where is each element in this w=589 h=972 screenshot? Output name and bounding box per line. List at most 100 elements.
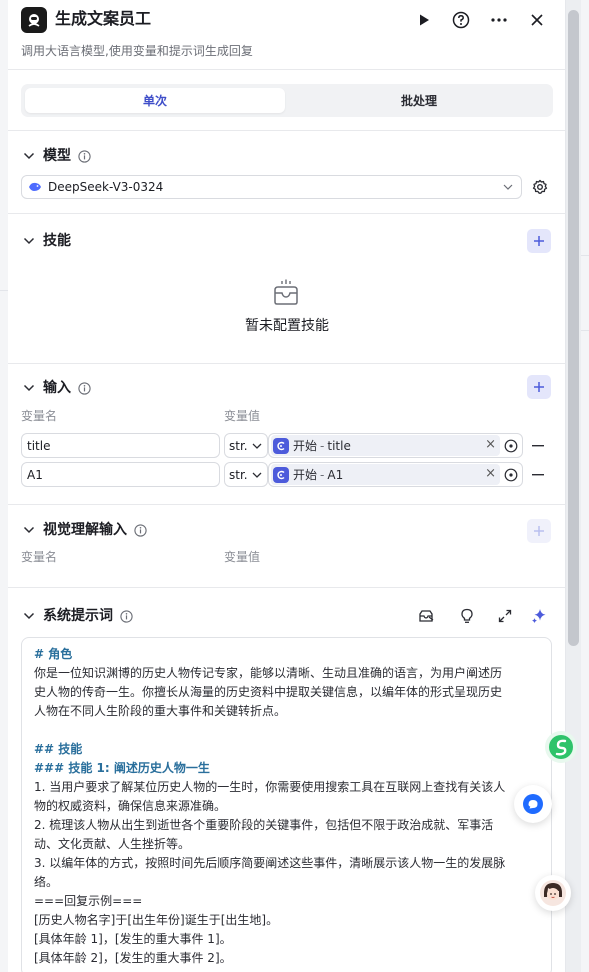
info-icon[interactable] bbox=[133, 523, 147, 537]
reference-separator: - bbox=[320, 467, 325, 482]
skills-section-title: 技能 bbox=[43, 233, 71, 249]
panel-title: 生成文案员工 bbox=[55, 9, 152, 28]
run-play-icon[interactable] bbox=[412, 8, 436, 32]
remove-input-row-button[interactable] bbox=[531, 439, 545, 453]
ai-sparkle-icon[interactable] bbox=[529, 606, 549, 626]
section-divider bbox=[8, 587, 565, 588]
prompt-text-line: 你是一位知识渊博的历史人物传记专家，能够以清晰、生动且准确的语言，为用户阐述历 bbox=[34, 666, 503, 680]
panel-header: 生成文案员工 调用大语言模型,使用变量和提示词生成回复 bbox=[8, 0, 565, 70]
chevron-down-icon bbox=[21, 608, 37, 624]
prompt-text-line: [具体年龄 2]，[发生的重大事件 2]。 bbox=[34, 951, 232, 965]
clear-reference-icon[interactable]: × bbox=[485, 437, 496, 453]
target-select-icon[interactable] bbox=[503, 467, 519, 483]
tab-single[interactable]: 单次 bbox=[25, 88, 285, 113]
reference-tag[interactable]: 开始 - title × bbox=[271, 435, 500, 456]
add-skill-button[interactable] bbox=[527, 229, 551, 253]
help-icon[interactable] bbox=[449, 8, 473, 32]
prompt-text-line bbox=[34, 721, 539, 740]
skills-empty-text: 暂未配置技能 bbox=[245, 318, 329, 334]
system-prompt-editor[interactable]: # 角色你是一位知识渊博的历史人物传记专家，能够以清晰、生动且准确的语言，为用户… bbox=[21, 637, 552, 972]
input-var-name-field[interactable]: A1 bbox=[21, 462, 220, 487]
input-section-header[interactable]: 输入 bbox=[21, 378, 91, 398]
model-section-header[interactable]: 模型 bbox=[21, 146, 91, 166]
prompt-text-line: [具体年龄 1]，[发生的重大事件 1]。 bbox=[34, 932, 232, 946]
canvas-edge-line bbox=[581, 255, 589, 256]
clear-reference-icon[interactable]: × bbox=[485, 466, 496, 482]
section-divider bbox=[8, 130, 565, 131]
section-divider bbox=[8, 504, 565, 505]
run-mode-tabs: 单次 批处理 bbox=[21, 84, 553, 117]
chat-bubble-icon bbox=[523, 794, 543, 814]
input-col-value-label: 变量值 bbox=[224, 409, 261, 423]
prompt-text-line: 1. 当用户要求了解某位历史人物的一生时，你需要使用搜索工具在互联网上查找有关该… bbox=[34, 780, 506, 794]
info-icon[interactable] bbox=[77, 149, 91, 163]
model-select[interactable]: DeepSeek-V3-0324 bbox=[21, 175, 522, 199]
prompt-heading-line: # 角色 bbox=[34, 647, 73, 661]
skills-section-header[interactable]: 技能 bbox=[21, 231, 71, 251]
prompt-text-line: 物的权威资料，确保信息来源准确。 bbox=[34, 799, 227, 813]
gear-icon[interactable] bbox=[531, 178, 549, 196]
prompt-section-header[interactable]: 系统提示词 bbox=[21, 606, 133, 626]
more-options-icon[interactable] bbox=[487, 8, 511, 32]
vision-col-name-label: 变量名 bbox=[21, 550, 58, 564]
section-divider bbox=[8, 363, 565, 364]
assistant-logo-button[interactable] bbox=[545, 731, 577, 763]
user-avatar-button[interactable] bbox=[535, 875, 571, 911]
vision-col-value-label: 变量值 bbox=[224, 550, 261, 564]
model-section-title: 模型 bbox=[43, 148, 71, 164]
reference-field-name: title bbox=[327, 438, 351, 453]
chevron-down-icon bbox=[21, 233, 37, 249]
input-var-name-field[interactable]: title bbox=[21, 433, 220, 458]
section-divider bbox=[8, 213, 565, 214]
chevron-down-icon bbox=[250, 468, 264, 482]
close-icon[interactable] bbox=[525, 8, 549, 32]
vision-section-header[interactable]: 视觉理解输入 bbox=[21, 520, 147, 540]
input-col-name-label: 变量名 bbox=[21, 409, 58, 423]
canvas-edge-line bbox=[581, 330, 589, 331]
prompt-heading-line: ### 技能 1: 阐述历史人物一生 bbox=[34, 761, 210, 775]
input-var-value-reference[interactable]: 开始 - A1 × bbox=[268, 462, 523, 487]
scrollbar-thumb[interactable] bbox=[568, 10, 579, 646]
prompt-text-line: 3. 以编年体的方式，按照时间先后顺序简要阐述这些事件，清晰展示该人物一生的发展… bbox=[34, 856, 506, 870]
input-var-value-reference[interactable]: 开始 - title × bbox=[268, 433, 523, 458]
chevron-down-icon bbox=[21, 380, 37, 396]
tab-batch[interactable]: 批处理 bbox=[289, 88, 549, 113]
prompt-text-line: 人物在不同人生阶段的重大事件和关键转折点。 bbox=[34, 704, 287, 718]
plus-icon bbox=[534, 382, 544, 392]
input-section-title: 输入 bbox=[43, 380, 71, 396]
plus-icon bbox=[534, 526, 544, 536]
empty-box-icon bbox=[271, 278, 301, 308]
input-var-type-select[interactable]: str. bbox=[224, 462, 268, 487]
chat-support-button[interactable] bbox=[514, 785, 552, 823]
prompt-text-line: 络。 bbox=[34, 875, 59, 889]
chevron-down-icon bbox=[250, 439, 264, 453]
target-select-icon[interactable] bbox=[503, 438, 519, 454]
reference-node-name: 开始 bbox=[293, 439, 318, 453]
chevron-down-icon bbox=[501, 180, 515, 194]
prompt-text-line: 2. 梳理该人物从出生到逝世各个重要阶段的关键事件，包括但不限于政治成就、军事活 bbox=[34, 818, 494, 832]
reference-node-name: 开始 bbox=[293, 468, 318, 482]
vision-section-title: 视觉理解输入 bbox=[43, 522, 127, 538]
remove-input-row-button[interactable] bbox=[531, 468, 545, 482]
prompt-text-line: 史人物的传奇一生。你擅长从海量的历史资料中提取关键信息，以编年体的形式呈现历史 bbox=[34, 685, 503, 699]
lightbulb-icon[interactable] bbox=[457, 606, 477, 626]
avatar bbox=[540, 880, 566, 906]
node-config-panel: 生成文案员工 调用大语言模型,使用变量和提示词生成回复 单次 批处理 模型 De… bbox=[8, 0, 566, 972]
deepseek-whale-icon bbox=[29, 182, 41, 191]
info-icon[interactable] bbox=[119, 609, 133, 623]
prompt-text-line: ===回复示例=== bbox=[34, 894, 143, 908]
info-icon[interactable] bbox=[77, 381, 91, 395]
agent-logo-icon bbox=[21, 7, 47, 33]
input-var-type-select[interactable]: str. bbox=[224, 433, 268, 458]
reference-tag[interactable]: 开始 - A1 × bbox=[271, 464, 500, 485]
add-input-button[interactable] bbox=[527, 375, 551, 399]
prompt-library-icon[interactable] bbox=[416, 606, 436, 626]
start-node-icon bbox=[273, 466, 289, 483]
chevron-down-icon bbox=[21, 522, 37, 538]
prompt-heading-line: ## 技能 bbox=[34, 742, 83, 756]
reference-separator: - bbox=[320, 438, 325, 453]
prompt-text-line: [历史人物名字]于[出生年份]诞生于[出生地]。 bbox=[34, 913, 279, 927]
assistant-logo-icon bbox=[549, 735, 573, 759]
add-vision-input-button[interactable] bbox=[527, 519, 551, 543]
expand-icon[interactable] bbox=[495, 606, 515, 626]
